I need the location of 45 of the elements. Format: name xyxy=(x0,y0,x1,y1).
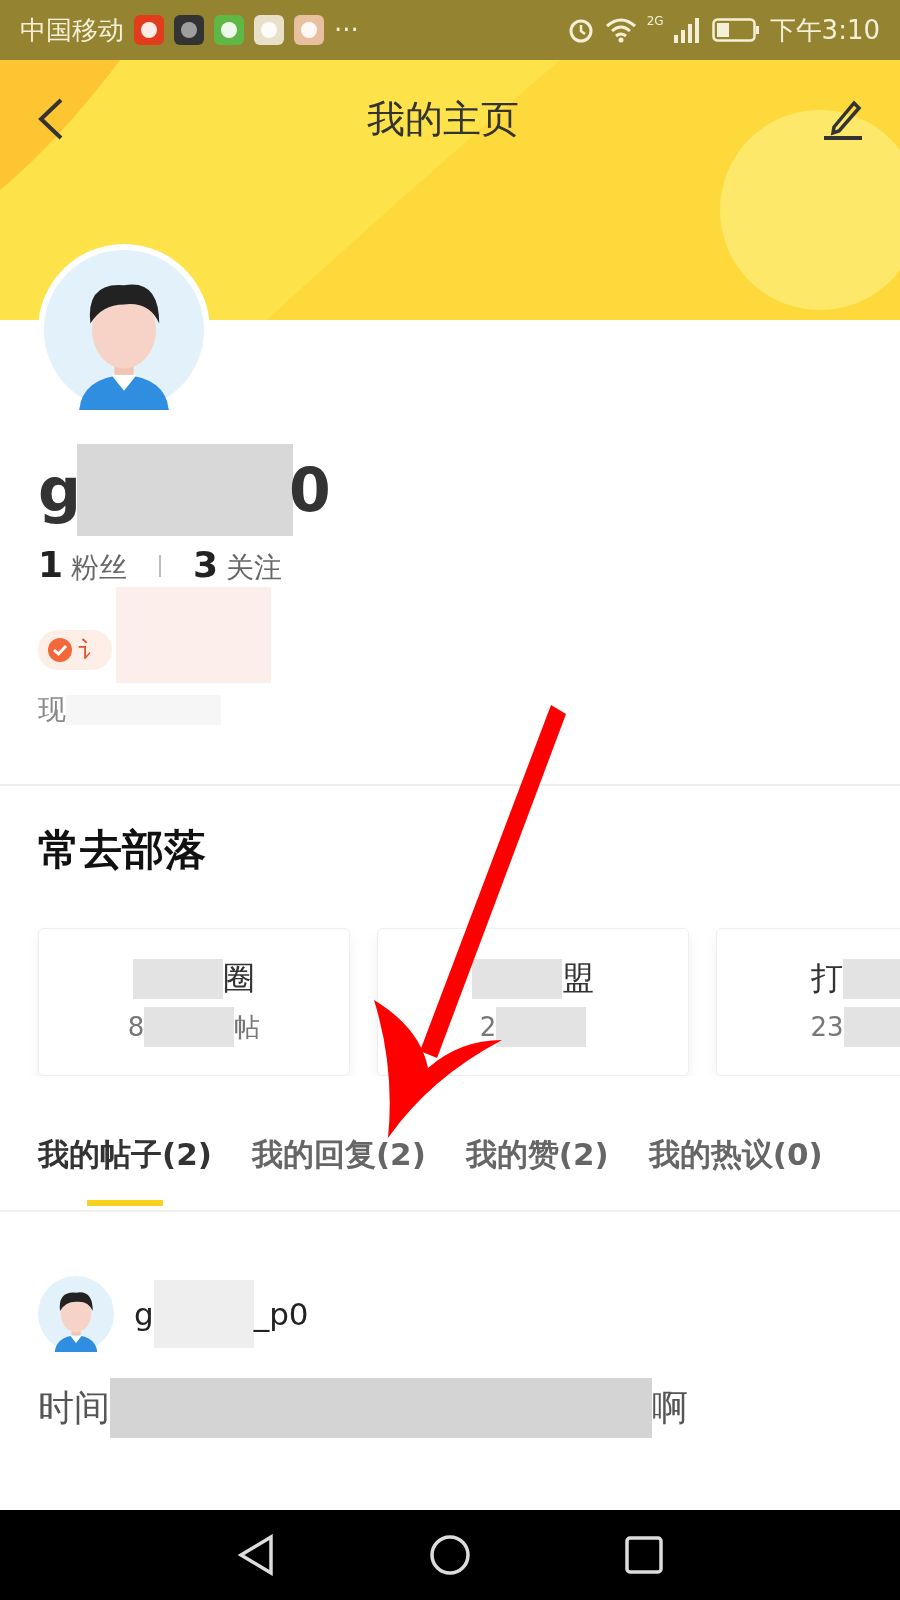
carrier-text: 中国移动 xyxy=(20,13,124,47)
clock-text: 下午3:10 xyxy=(769,13,880,47)
app-icon xyxy=(214,15,244,45)
app-icon xyxy=(294,15,324,45)
post-count: 帖 xyxy=(234,1010,261,1044)
tab[interactable]: 我的热议(0) xyxy=(648,1134,823,1210)
post-text: 啊 xyxy=(652,1385,688,1430)
network-text: 2G xyxy=(646,14,664,28)
tribe-name: 圈 xyxy=(223,958,255,999)
recent-apps-icon[interactable] xyxy=(625,1536,663,1574)
author-name: g xyxy=(134,1296,154,1332)
tribe-card[interactable]: 盟 2 xyxy=(377,928,689,1076)
username-text: g xyxy=(38,455,81,525)
battery-icon xyxy=(711,18,760,42)
location-text: 现 xyxy=(38,692,66,728)
section-title: 常去部落 xyxy=(38,824,207,876)
home-icon[interactable] xyxy=(429,1534,471,1576)
tribe-name: 盟 xyxy=(562,958,594,999)
post-count: 8 xyxy=(127,1012,145,1042)
author-name: _p0 xyxy=(253,1296,309,1332)
more-text: ··· xyxy=(334,15,359,45)
page-title: 我的主页 xyxy=(367,95,519,143)
back-icon[interactable] xyxy=(237,1534,275,1576)
wifi-icon xyxy=(604,17,637,43)
following-label: 关注 xyxy=(226,550,283,586)
tribe-name: 打 xyxy=(811,958,843,999)
post-text: 时间 xyxy=(38,1385,110,1430)
tribe-card[interactable]: 打 23 xyxy=(716,928,900,1076)
check-icon xyxy=(48,638,72,662)
post-count: 2 xyxy=(479,1012,497,1042)
signal-icon xyxy=(673,17,700,43)
tribe-card[interactable]: 圈 8 帖 xyxy=(38,928,350,1076)
app-icon xyxy=(174,15,204,45)
post-count: 23 xyxy=(810,1012,844,1042)
badge-text: 讠 xyxy=(78,635,102,666)
tab[interactable]: 我的赞(2) xyxy=(465,1134,609,1210)
username-text: 0 xyxy=(288,455,331,525)
tab[interactable]: 我的帖子(2) xyxy=(38,1134,212,1210)
following-count: 3 xyxy=(193,544,219,585)
stat-divider xyxy=(159,555,162,577)
app-icon xyxy=(254,15,284,45)
tab[interactable]: 我的回复(2) xyxy=(251,1134,426,1210)
app-icon xyxy=(134,15,164,45)
follower-label: 粉丝 xyxy=(71,550,128,586)
follower-count: 1 xyxy=(38,544,64,585)
